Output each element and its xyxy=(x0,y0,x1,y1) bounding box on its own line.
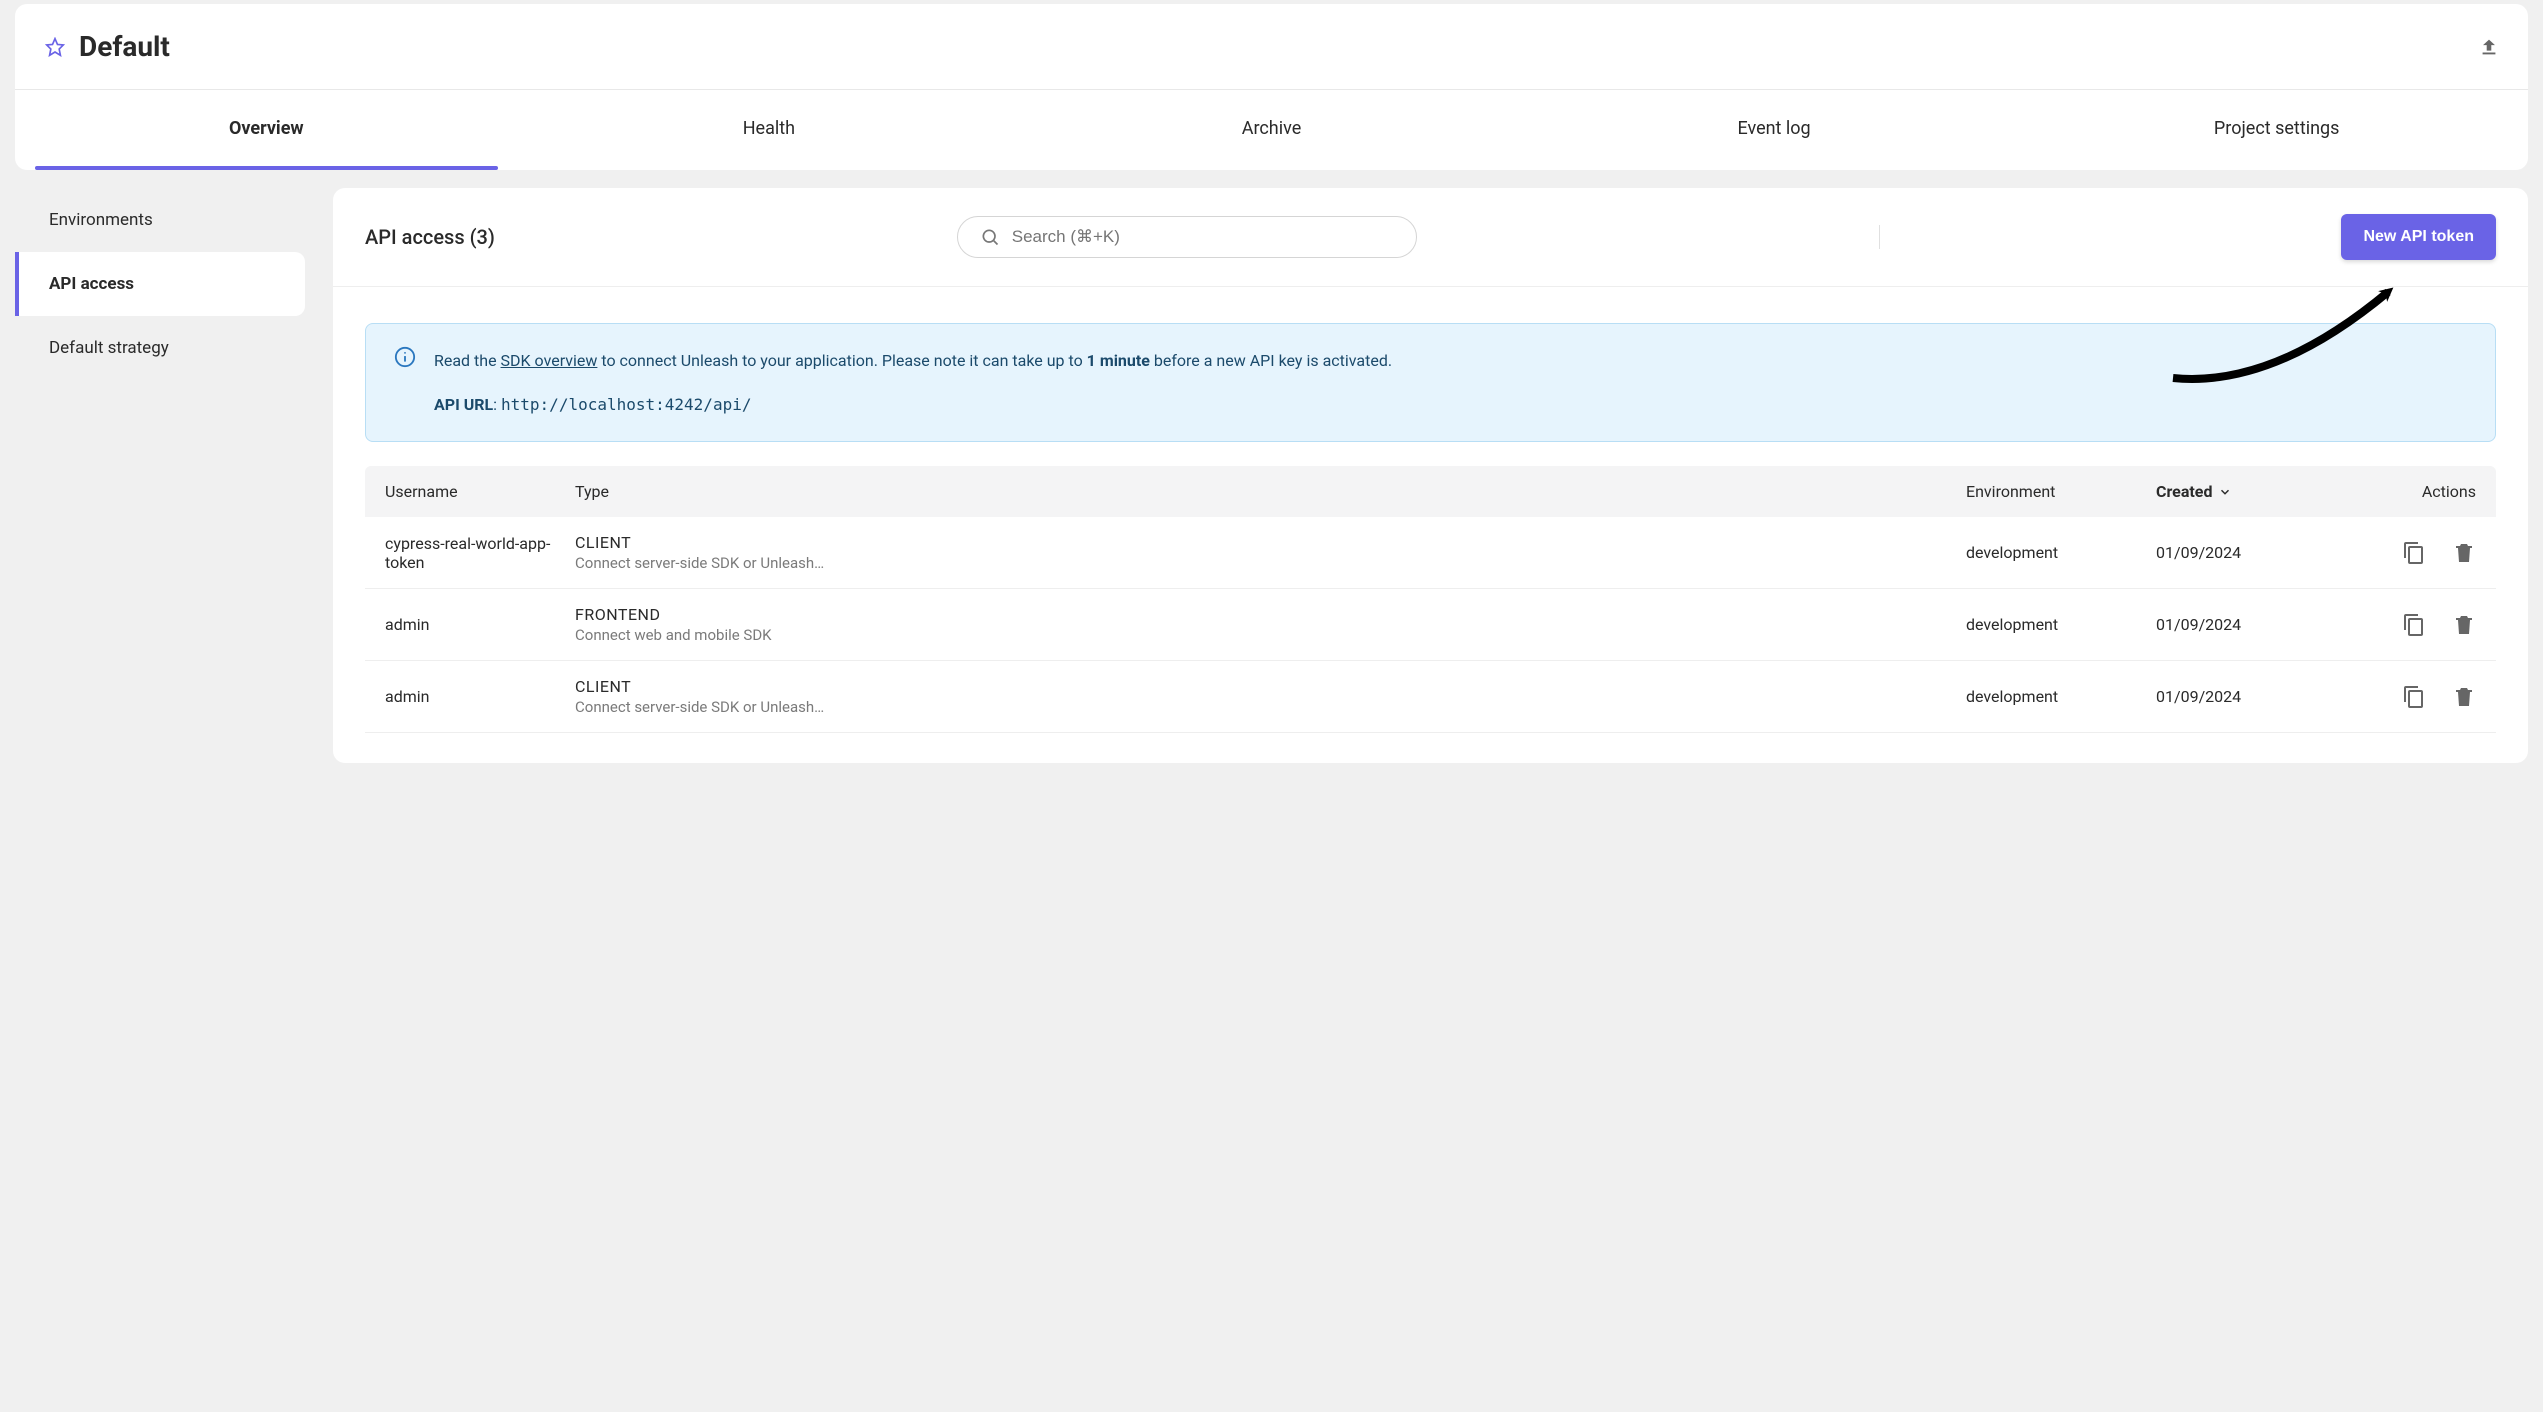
cell-type-desc: Connect server-side SDK or Unleash… xyxy=(575,698,1966,716)
table-row: cypress-real-world-app-token CLIENT Conn… xyxy=(365,517,2496,589)
chevron-down-icon xyxy=(2218,485,2232,499)
sidebar-item-environments[interactable]: Environments xyxy=(15,188,305,252)
sidebar: Environments API access Default strategy xyxy=(15,188,305,380)
table-row: admin FRONTEND Connect web and mobile SD… xyxy=(365,589,2496,661)
copy-icon[interactable] xyxy=(2402,541,2426,565)
divider xyxy=(1879,225,1880,249)
info-text-bold: 1 minute xyxy=(1087,351,1150,370)
arrow-annotation xyxy=(2153,278,2423,398)
project-title: Default xyxy=(79,30,170,63)
tab-archive[interactable]: Archive xyxy=(1020,90,1523,170)
copy-icon[interactable] xyxy=(2402,613,2426,637)
content-card: API access (3) New API token xyxy=(333,188,2528,763)
cell-environment: development xyxy=(1966,615,2156,634)
cell-type: CLIENT xyxy=(575,677,1966,696)
cell-username: cypress-real-world-app-token xyxy=(385,534,575,572)
sdk-overview-link[interactable]: SDK overview xyxy=(501,351,598,370)
table-header-row: Username Type Environment Created Action… xyxy=(365,466,2496,517)
info-text-mid: to connect Unleash to your application. … xyxy=(597,351,1086,370)
tokens-table: Username Type Environment Created Action… xyxy=(365,466,2496,733)
search-icon xyxy=(980,227,1000,247)
search-input[interactable] xyxy=(1012,227,1394,247)
content-title: API access (3) xyxy=(365,225,495,249)
info-text-pre: Read the xyxy=(434,351,501,370)
cell-created: 01/09/2024 xyxy=(2156,615,2356,634)
sidebar-item-default-strategy[interactable]: Default strategy xyxy=(15,316,305,380)
info-icon xyxy=(394,346,416,368)
table-row: admin CLIENT Connect server-side SDK or … xyxy=(365,661,2496,733)
api-url-label: API URL xyxy=(434,395,493,414)
info-text-post: before a new API key is activated. xyxy=(1150,351,1392,370)
col-type: Type xyxy=(575,482,1966,501)
cell-environment: development xyxy=(1966,687,2156,706)
search-field[interactable] xyxy=(957,216,1417,258)
new-api-token-button[interactable]: New API token xyxy=(2341,214,2496,260)
trash-icon[interactable] xyxy=(2452,613,2476,637)
cell-username: admin xyxy=(385,615,575,634)
cell-username: admin xyxy=(385,687,575,706)
tabs: Overview Health Archive Event log Projec… xyxy=(15,90,2528,170)
api-url-value: http://localhost:4242/api/ xyxy=(501,395,751,414)
col-environment: Environment xyxy=(1966,482,2156,501)
trash-icon[interactable] xyxy=(2452,685,2476,709)
cell-type-desc: Connect server-side SDK or Unleash… xyxy=(575,554,1966,572)
star-icon[interactable] xyxy=(45,37,65,57)
tab-event-log[interactable]: Event log xyxy=(1523,90,2026,170)
trash-icon[interactable] xyxy=(2452,541,2476,565)
project-header: Default xyxy=(15,4,2528,90)
cell-created: 01/09/2024 xyxy=(2156,543,2356,562)
tab-overview[interactable]: Overview xyxy=(15,90,518,170)
col-username: Username xyxy=(385,482,575,501)
cell-type: FRONTEND xyxy=(575,605,1966,624)
cell-created: 01/09/2024 xyxy=(2156,687,2356,706)
cell-type: CLIENT xyxy=(575,533,1966,552)
col-created-label: Created xyxy=(2156,482,2212,501)
cell-environment: development xyxy=(1966,543,2156,562)
sidebar-item-api-access[interactable]: API access xyxy=(15,252,305,316)
copy-icon[interactable] xyxy=(2402,685,2426,709)
tab-health[interactable]: Health xyxy=(518,90,1021,170)
info-banner: Read the SDK overview to connect Unleash… xyxy=(365,323,2496,442)
tab-project-settings[interactable]: Project settings xyxy=(2025,90,2528,170)
col-actions: Actions xyxy=(2356,482,2476,501)
col-created[interactable]: Created xyxy=(2156,482,2356,501)
upload-icon[interactable] xyxy=(2478,36,2500,58)
cell-type-desc: Connect web and mobile SDK xyxy=(575,626,1966,644)
